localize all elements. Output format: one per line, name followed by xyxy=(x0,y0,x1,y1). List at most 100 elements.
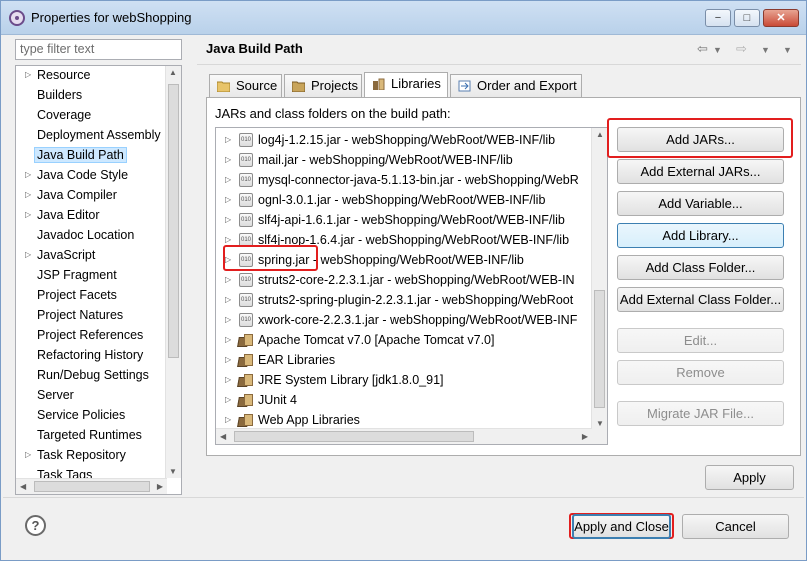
scroll-right-icon[interactable]: ▶ xyxy=(157,482,163,491)
nav-item[interactable]: Targeted Runtimes xyxy=(16,426,167,446)
maximize-button[interactable]: □ xyxy=(734,9,760,27)
build-path-entry[interactable]: ▷ 010 struts2-core-2.2.3.1.jar - webShoppi… xyxy=(216,270,592,290)
build-path-entry[interactable]: ▷ EAR Libraries xyxy=(216,350,592,370)
build-path-entry[interactable]: ▷ 010 slf4j-nop-1.6.4.jar - webShopping/We… xyxy=(216,230,592,250)
build-path-entry[interactable]: ▷ 010 log4j-1.2.15.jar - webShopping/WebRo… xyxy=(216,130,592,150)
build-path-entry[interactable]: ▷ 010 slf4j-api-1.6.1.jar - webShopping/We… xyxy=(216,210,592,230)
expand-arrow-icon[interactable]: ▷ xyxy=(225,190,231,210)
help-icon[interactable]: ? xyxy=(25,515,46,536)
nav-item[interactable]: Server xyxy=(16,386,167,406)
build-path-entry[interactable]: ▷ JRE System Library [jdk1.8.0_91] xyxy=(216,370,592,390)
nav-item[interactable]: ▷ Resource xyxy=(16,66,167,86)
tree-scroll-thumb[interactable] xyxy=(594,290,605,408)
add-jars-button[interactable]: Add JARs... xyxy=(617,127,784,152)
build-path-entry[interactable]: ▷ 010 mysql-connector-java-5.1.13-bin.jar … xyxy=(216,170,592,190)
expand-arrow-icon[interactable]: ▷ xyxy=(225,390,231,410)
nav-scroll-thumb[interactable] xyxy=(168,84,179,358)
apply-and-close-button[interactable]: Apply and Close xyxy=(572,514,671,539)
build-path-entry[interactable]: ▷ 010 struts2-spring-plugin-2.2.3.1.jar - … xyxy=(216,290,592,310)
nav-item[interactable]: Project References xyxy=(16,326,167,346)
nav-item[interactable]: Builders xyxy=(16,86,167,106)
nav-item[interactable]: ▷ Java Editor xyxy=(16,206,167,226)
tree-vertical-scrollbar[interactable]: ▲ ▼ xyxy=(591,128,607,444)
expand-arrow-icon[interactable]: ▷ xyxy=(225,210,231,230)
scroll-up-icon[interactable]: ▲ xyxy=(596,130,604,139)
expand-arrow-icon[interactable]: ▷ xyxy=(25,206,31,224)
add-external-jars-button[interactable]: Add External JARs... xyxy=(617,159,784,184)
tab-libraries[interactable]: Libraries xyxy=(364,72,448,97)
add-variable-button[interactable]: Add Variable... xyxy=(617,191,784,216)
nav-item[interactable]: Refactoring History xyxy=(16,346,167,366)
scroll-left-icon[interactable]: ◀ xyxy=(20,482,26,491)
expand-arrow-icon[interactable]: ▷ xyxy=(25,446,31,464)
expand-arrow-icon[interactable]: ▷ xyxy=(225,370,231,390)
tree-hscroll-thumb[interactable] xyxy=(234,431,474,442)
expand-arrow-icon[interactable]: ▷ xyxy=(225,410,231,430)
view-menu-icon[interactable]: ▼ xyxy=(783,45,792,55)
apply-button[interactable]: Apply xyxy=(705,465,794,490)
scroll-down-icon[interactable]: ▼ xyxy=(169,467,177,476)
build-path-entry[interactable]: ▷ 010 ognl-3.0.1.jar - webShopping/WebRoot… xyxy=(216,190,592,210)
build-path-entry[interactable]: ▷ 010 xwork-core-2.2.3.1.jar - webShopping… xyxy=(216,310,592,330)
expand-arrow-icon[interactable]: ▷ xyxy=(225,310,231,330)
nav-item[interactable]: ▷ Task Repository xyxy=(16,446,167,466)
nav-horizontal-scrollbar[interactable]: ◀ ▶ xyxy=(16,478,167,494)
nav-item[interactable]: Project Natures xyxy=(16,306,167,326)
cancel-button[interactable]: Cancel xyxy=(682,514,789,539)
forward-menu-chevron-icon[interactable]: ▼ xyxy=(761,45,770,55)
forward-arrow-icon[interactable]: ⇨ xyxy=(736,41,747,57)
expand-arrow-icon[interactable]: ▷ xyxy=(225,170,231,190)
filter-input[interactable]: type filter text xyxy=(15,39,182,60)
nav-item[interactable]: ▷ Java Code Style xyxy=(16,166,167,186)
build-path-entry[interactable]: ▷ JUnit 4 xyxy=(216,390,592,410)
tree-horizontal-scrollbar[interactable]: ◀ ▶ xyxy=(216,428,592,444)
build-path-entry[interactable]: ▷ 010 mail.jar - webShopping/WebRoot/WEB-I… xyxy=(216,150,592,170)
nav-item[interactable]: Service Policies xyxy=(16,406,167,426)
expand-arrow-icon[interactable]: ▷ xyxy=(25,246,31,264)
nav-item[interactable]: Run/Debug Settings xyxy=(16,366,167,386)
expand-arrow-icon[interactable]: ▷ xyxy=(25,166,31,184)
build-path-entry[interactable]: ▷ Web App Libraries xyxy=(216,410,592,430)
minimize-button[interactable]: − xyxy=(705,9,731,27)
expand-arrow-icon[interactable]: ▷ xyxy=(225,330,231,350)
nav-item[interactable]: ▷ JavaScript xyxy=(16,246,167,266)
nav-item[interactable]: Javadoc Location xyxy=(16,226,167,246)
scroll-right-icon[interactable]: ▶ xyxy=(582,432,588,441)
close-button[interactable]: ✕ xyxy=(763,9,799,27)
scroll-up-icon[interactable]: ▲ xyxy=(169,68,177,77)
expand-arrow-icon[interactable]: ▷ xyxy=(225,270,231,290)
tab-order-and-export[interactable]: Order and Export xyxy=(450,74,582,97)
migrate-jar-button[interactable]: Migrate JAR File... xyxy=(617,401,784,426)
back-arrow-icon[interactable]: ⇦ xyxy=(697,41,708,57)
add-external-class-folder-button[interactable]: Add External Class Folder... xyxy=(617,287,784,312)
back-menu-chevron-icon[interactable]: ▼ xyxy=(713,45,722,55)
add-class-folder-button[interactable]: Add Class Folder... xyxy=(617,255,784,280)
expand-arrow-icon[interactable]: ▷ xyxy=(225,230,231,250)
expand-arrow-icon[interactable]: ▷ xyxy=(25,186,31,204)
build-path-entry[interactable]: ▷ 010 spring.jar - webShopping/WebRoot/WEB… xyxy=(216,250,592,270)
expand-arrow-icon[interactable]: ▷ xyxy=(225,150,231,170)
nav-item[interactable]: Java Build Path xyxy=(16,146,167,166)
tab-source[interactable]: Source xyxy=(209,74,282,97)
edit-button[interactable]: Edit... xyxy=(617,328,784,353)
expand-arrow-icon[interactable]: ▷ xyxy=(225,290,231,310)
nav-hscroll-thumb[interactable] xyxy=(34,481,150,492)
nav-item[interactable]: Project Facets xyxy=(16,286,167,306)
add-library-button[interactable]: Add Library... xyxy=(617,223,784,248)
nav-item[interactable]: Deployment Assembly xyxy=(16,126,167,146)
expand-arrow-icon[interactable]: ▷ xyxy=(25,66,31,84)
expand-arrow-icon[interactable]: ▷ xyxy=(225,350,231,370)
expand-arrow-icon[interactable]: ▷ xyxy=(225,250,231,270)
nav-item[interactable]: JSP Fragment xyxy=(16,266,167,286)
nav-item[interactable]: Coverage xyxy=(16,106,167,126)
remove-button[interactable]: Remove xyxy=(617,360,784,385)
nav-item[interactable]: ▷ Java Compiler xyxy=(16,186,167,206)
build-path-entry[interactable]: ▷ Apache Tomcat v7.0 [Apache Tomcat v7.0] xyxy=(216,330,592,350)
nav-vertical-scrollbar[interactable]: ▲ ▼ xyxy=(165,66,181,478)
scroll-down-icon[interactable]: ▼ xyxy=(596,419,604,428)
title-bar[interactable]: Properties for webShopping − □ ✕ xyxy=(1,1,806,35)
tab-projects[interactable]: Projects xyxy=(284,74,362,97)
expand-arrow-icon[interactable]: ▷ xyxy=(225,130,231,150)
nav-item-label: Coverage xyxy=(37,108,92,122)
scroll-left-icon[interactable]: ◀ xyxy=(220,432,226,441)
